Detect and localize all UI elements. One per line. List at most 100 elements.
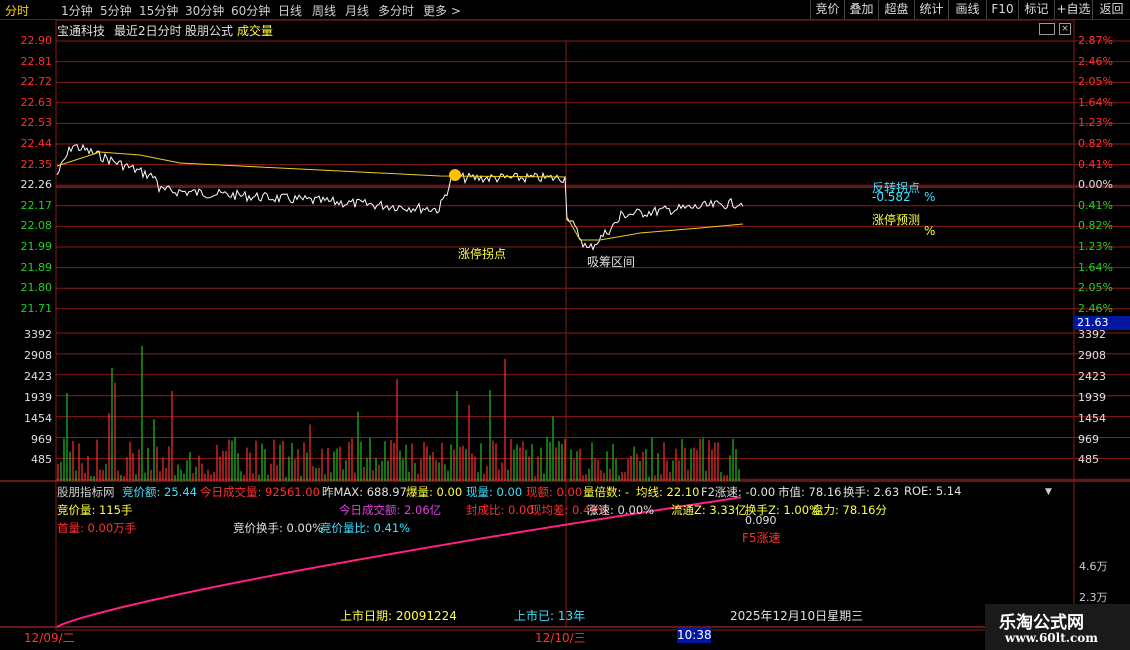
indicator-item: 竞价量比: 0.41% (320, 521, 411, 535)
watermark-url: www.60lt.com (1005, 631, 1098, 645)
overlay-button[interactable]: 叠加 (844, 0, 878, 19)
listing-date: 上市日期: 20091224 (340, 609, 457, 623)
today-date: 2025年12月10日星期三 (730, 609, 864, 623)
price-tick-9: 22.08 (20, 219, 53, 233)
price-tick-10: 21.99 (20, 240, 53, 253)
price-tick-4: 22.53 (20, 116, 53, 130)
indicator-axis-low: 2.3万 (1079, 591, 1108, 604)
dropdown-arrow-icon[interactable]: ▼ (1045, 487, 1052, 497)
indicator-item: 现额: 0.00 (526, 485, 583, 499)
volume-label: 成交量 (237, 24, 274, 38)
price-tick-1: 22.81 (20, 54, 53, 68)
indicator-item: 竞价换手: 0.00% (233, 521, 324, 535)
super-button[interactable]: 超盘 (878, 0, 914, 19)
price-tick-12: 21.80 (20, 281, 53, 295)
indicator-item: 封成比: 0.00 (466, 503, 534, 517)
indicator-item: 竞价量: 115手 (57, 503, 133, 517)
percent-tick-6: 0.41% (1078, 157, 1113, 171)
indicator-item: 量倍数: - (583, 485, 630, 499)
average-line-day2 (566, 216, 744, 241)
stats-button[interactable]: 统计 (914, 0, 948, 19)
period-tab-fenshi[interactable]: 分时 (5, 2, 29, 19)
vol-tick-left-5: 969 (31, 432, 52, 446)
vol-tick-left-6: 485 (31, 453, 52, 467)
percent-tick-7: 0.00% (1078, 178, 1113, 192)
indicator-item: 换手: 2.63 (843, 485, 900, 499)
indicator-item: 流通Z: 3.33亿 (671, 503, 747, 517)
draw-line-button[interactable]: 画线 (948, 0, 986, 19)
f10-button[interactable]: F10 (986, 0, 1018, 19)
f5-value: 0.090 (745, 514, 777, 527)
limit-predict-label: 涨停预测 (872, 213, 921, 227)
period-tab-30min[interactable]: 30分钟 (185, 2, 224, 19)
percent-tick-10: 1.23% (1078, 240, 1113, 253)
indicator-item: 盘力: 78.16分 (812, 503, 887, 517)
percent-tick-13: 2.46% (1078, 301, 1113, 315)
mark-button[interactable]: 标记 (1018, 0, 1054, 19)
period-tab-day[interactable]: 日线 (278, 2, 302, 19)
price-line (56, 143, 744, 251)
vol-tick-left-1: 2908 (24, 348, 52, 362)
period-tab-multi[interactable]: 多分时 (378, 2, 414, 19)
percent-tick-5: 0.82% (1078, 137, 1113, 150)
panel-toggle-icon[interactable] (1039, 23, 1055, 35)
period-tab-15min[interactable]: 15分钟 (139, 2, 178, 19)
indicator-item: 均线: 22.10 (636, 485, 700, 499)
time-axis-day2: 12/10/三 (535, 631, 586, 645)
indicator-item: 竞价额: 25.44 (122, 485, 197, 499)
period-tab-more[interactable]: 更多 > (423, 2, 461, 19)
period-tab-month[interactable]: 月线 (345, 2, 369, 19)
price-tick-6: 22.35 (20, 157, 53, 171)
indicator-item: 昨MAX: 688.97 (322, 485, 407, 499)
indicator-item: 涨速: 0.00% (587, 503, 655, 517)
vol-tick-left-4: 1454 (24, 411, 52, 425)
vol-tick-right-1: 2908 (1078, 348, 1106, 362)
percent-tick-3: 1.64% (1078, 95, 1113, 109)
indicator-item: F2涨速: -0.00 (701, 485, 776, 499)
vol-tick-right-5: 969 (1078, 432, 1099, 446)
accumulate-zone-label: 吸筹区间 (587, 255, 636, 269)
reverse-point-unit: % (924, 190, 936, 204)
reverse-point-value: -0.582 (872, 190, 911, 204)
indicator-item: 股朋指标网 (57, 485, 115, 499)
indicator-item: 首量: 0.00万手 (57, 521, 137, 535)
vol-tick-right-3: 1939 (1078, 390, 1106, 404)
percent-tick-0: 2.87% (1078, 34, 1113, 47)
plot-frame (55, 19, 1075, 631)
auction-button[interactable]: 竞价 (810, 0, 844, 19)
price-tick-3: 22.63 (20, 95, 53, 109)
time-axis-day1: 12/09/二 (24, 631, 75, 645)
vol-tick-right-2: 2423 (1078, 369, 1106, 383)
limit-up-turn-label: 涨停拐点 (458, 247, 507, 261)
vol-tick-left-0: 3392 (24, 328, 52, 341)
percent-tick-11: 1.64% (1078, 260, 1113, 274)
vol-tick-left-2: 2423 (24, 369, 52, 383)
top-toolbar: 分时 1分钟 5分钟 15分钟 30分钟 60分钟 日线 周线 月线 多分时 更… (0, 0, 1130, 20)
indicator-axis-high: 4.6万 (1079, 560, 1108, 573)
price-tick-7: 22.26 (20, 178, 53, 192)
indicator-item: ROE: 5.14 (904, 484, 962, 498)
period-tab-1min[interactable]: 1分钟 (61, 2, 93, 19)
chart-canvas (0, 19, 1130, 631)
current-price-tag: 21.63 (1074, 316, 1130, 330)
close-icon[interactable]: × (1059, 23, 1071, 35)
stock-name: 宝通科技 (57, 24, 106, 38)
limit-up-turn-marker (449, 169, 461, 181)
add-watchlist-button[interactable]: +自选 (1054, 0, 1092, 19)
indicator-item: 今日成交量: 92561.00 (200, 485, 320, 499)
period-tab-5min[interactable]: 5分钟 (100, 2, 132, 19)
back-button[interactable]: 返回 (1092, 0, 1130, 19)
cursor-time-tag: 10:38 (677, 628, 712, 643)
vol-tick-left-3: 1939 (24, 390, 52, 404)
percent-tick-12: 2.05% (1078, 281, 1113, 295)
site-watermark: 乐淘公式网 www.60lt.com (985, 604, 1130, 650)
percent-tick-8: 0.41% (1078, 198, 1113, 212)
listed-years: 上市已: 13年 (514, 609, 586, 623)
indicator-item: 今日成交额: 2.06亿 (339, 503, 442, 517)
price-tick-11: 21.89 (20, 260, 53, 274)
period-tab-week[interactable]: 周线 (312, 2, 336, 19)
indicator-item: 爆量: 0.00 (406, 485, 463, 499)
percent-tick-1: 2.46% (1078, 54, 1113, 68)
period-tab-60min[interactable]: 60分钟 (231, 2, 270, 19)
indicator-item: 市值: 78.16 (778, 485, 842, 499)
